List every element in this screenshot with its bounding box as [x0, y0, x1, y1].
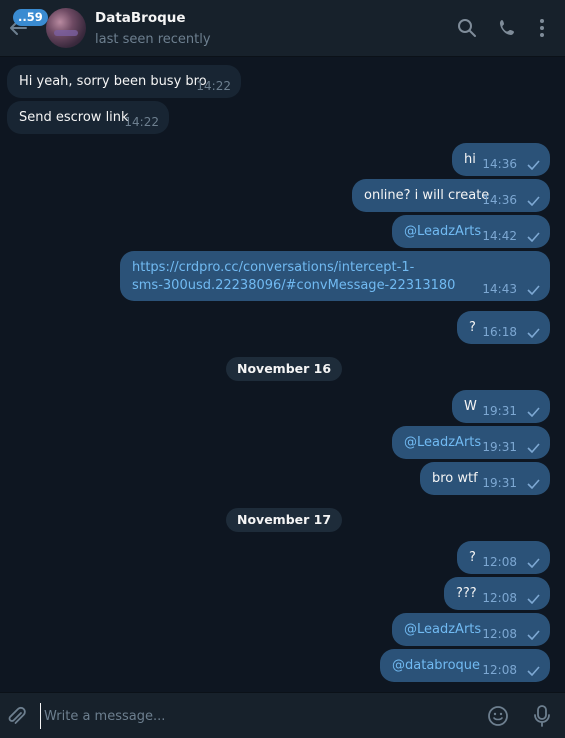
emoji-icon[interactable] — [487, 705, 509, 727]
mention-link[interactable]: @LeadzArts — [404, 434, 481, 451]
avatar[interactable] — [46, 8, 86, 48]
read-check-icon — [527, 406, 540, 417]
url-line-1: https://crdpro.cc/conversations/intercep… — [132, 260, 415, 275]
more-vert-icon[interactable] — [533, 18, 553, 38]
message-time: 14:36 — [482, 193, 517, 207]
mention-link[interactable]: @LeadzArts — [404, 621, 481, 638]
message-bubble[interactable]: @databroque 12:08 — [380, 649, 550, 682]
message-time: 12:08 — [482, 663, 517, 677]
read-check-icon — [527, 231, 540, 242]
mic-icon[interactable] — [532, 704, 552, 728]
message-time: 14:22 — [196, 79, 231, 93]
message-bubble[interactable]: bro wtf 19:31 — [420, 462, 550, 495]
message-bubble[interactable]: ? 12:08 — [457, 541, 550, 574]
message-time: 14:42 — [482, 229, 517, 243]
read-check-icon — [527, 593, 540, 604]
message-time: 12:08 — [482, 555, 517, 569]
read-check-icon — [527, 159, 540, 170]
unread-count-badge: ..59 — [13, 9, 48, 26]
message-bubble[interactable]: @LeadzArts 12:08 — [392, 613, 550, 646]
read-check-icon — [527, 665, 540, 676]
message-time: 16:18 — [482, 325, 517, 339]
attach-icon[interactable] — [6, 705, 26, 727]
message-time: 14:36 — [482, 157, 517, 171]
url-line-2: sms-300usd.22238096/#convMessage-2231318… — [132, 278, 456, 293]
read-check-icon — [527, 478, 540, 489]
message-bubble[interactable]: hi 14:36 — [452, 143, 550, 176]
message-text: online? i will create — [364, 188, 490, 203]
message-bubble[interactable]: @LeadzArts 19:31 — [392, 426, 550, 459]
message-time: 12:08 — [482, 591, 517, 605]
message-time: 12:08 — [482, 627, 517, 641]
mention-link[interactable]: @LeadzArts — [404, 223, 481, 240]
read-check-icon — [527, 557, 540, 568]
read-check-icon — [527, 284, 540, 295]
message-time: 14:22 — [124, 115, 159, 129]
read-check-icon — [527, 327, 540, 338]
search-icon[interactable] — [457, 18, 477, 38]
message-bubble[interactable]: ? 16:18 — [457, 311, 550, 344]
message-bubble[interactable]: Hi yeah, sorry been busy bro 14:22 — [7, 65, 241, 98]
message-text: ? — [469, 320, 476, 335]
message-bubble[interactable]: ??? 12:08 — [444, 577, 550, 610]
date-separator: November 16 — [226, 357, 343, 381]
message-bubble[interactable]: https://crdpro.cc/conversations/intercep… — [120, 251, 550, 301]
read-check-icon — [527, 195, 540, 206]
message-list[interactable]: Hi yeah, sorry been busy bro 14:22 Send … — [0, 58, 565, 692]
message-text: Hi yeah, sorry been busy bro — [19, 74, 207, 89]
message-text: hi — [464, 152, 476, 167]
message-input[interactable] — [40, 703, 460, 729]
chat-title[interactable]: DataBroque — [95, 10, 186, 26]
message-text: ??? — [456, 586, 477, 601]
message-bubble[interactable]: @LeadzArts 14:42 — [392, 215, 550, 248]
message-composer — [0, 692, 565, 738]
message-bubble[interactable]: Send escrow link 14:22 — [7, 101, 169, 134]
message-bubble[interactable]: W 19:31 — [452, 390, 550, 423]
mention-link[interactable]: @databroque — [392, 657, 480, 674]
message-bubble[interactable]: online? i will create 14:36 — [352, 179, 550, 212]
url-link[interactable]: https://crdpro.cc/conversations/intercep… — [132, 259, 538, 295]
message-text: Send escrow link — [19, 110, 129, 125]
date-separator: November 17 — [226, 508, 343, 532]
read-check-icon — [527, 629, 540, 640]
message-text: bro wtf — [432, 471, 478, 486]
message-time: 19:31 — [482, 404, 517, 418]
message-time: 19:31 — [482, 476, 517, 490]
chat-header: ..59 DataBroque last seen recently — [0, 0, 565, 57]
phone-icon[interactable] — [498, 18, 518, 38]
chat-status: last seen recently — [95, 32, 211, 47]
read-check-icon — [527, 442, 540, 453]
message-text: ? — [469, 550, 476, 565]
message-time: 19:31 — [482, 440, 517, 454]
message-text: W — [464, 399, 477, 414]
message-time: 14:43 — [482, 282, 517, 296]
